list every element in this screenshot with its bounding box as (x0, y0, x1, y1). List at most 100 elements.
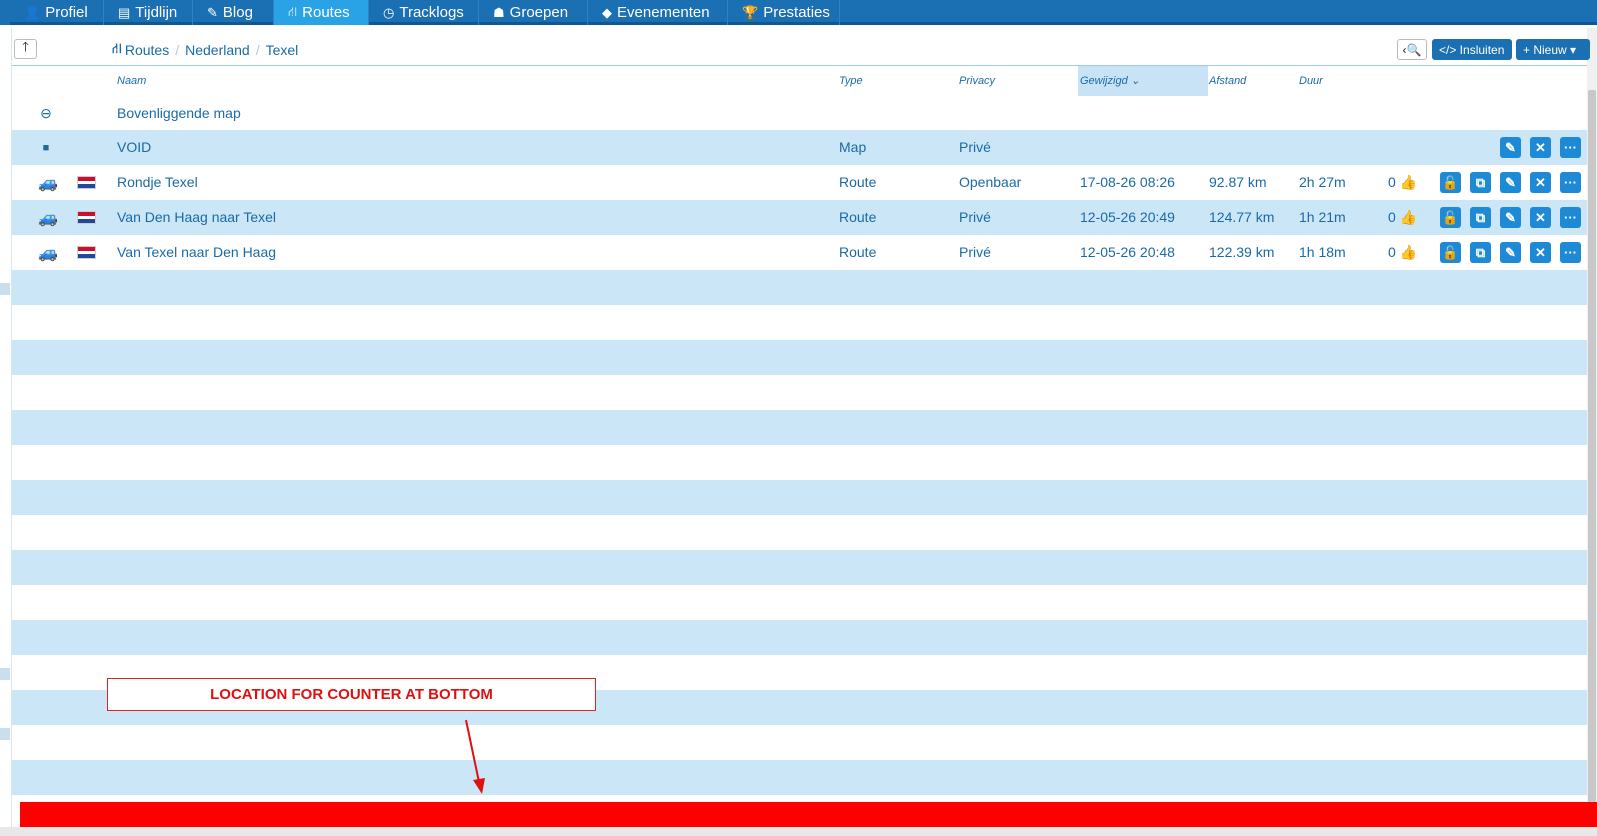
new-button[interactable]: + Nieuw ▾ (1516, 39, 1590, 60)
toolbar: 🡑 ⛙ Routes / Nederland / Texel ‹🔍 </> In… (12, 32, 1590, 66)
route-privacy: Privé (959, 244, 991, 260)
breadcrumb: ⛙ Routes / Nederland / Texel (112, 40, 298, 59)
edit-button[interactable]: ✎ (1500, 242, 1521, 263)
nav-item-evenementen[interactable]: ◆ Evenementen (588, 0, 728, 25)
bottom-strip (0, 827, 1597, 836)
ellipsis-icon: ··· (1564, 140, 1577, 155)
likes-count[interactable]: 0 👍 (1388, 235, 1417, 270)
search-button[interactable]: ‹🔍 (1397, 39, 1427, 60)
empty-row (12, 620, 1587, 655)
delete-button[interactable]: ✕ (1530, 242, 1551, 263)
empty-row (12, 480, 1587, 515)
likes-value: 0 (1388, 209, 1396, 225)
empty-row (12, 305, 1587, 340)
pencil-icon: ✎ (207, 4, 218, 20)
edit-button[interactable]: ✎ (1500, 207, 1521, 228)
lock-button[interactable]: 🔓 (1440, 242, 1461, 263)
delete-button[interactable]: ✕ (1530, 137, 1551, 158)
flag-nl-icon (75, 200, 97, 235)
route-modified: 12-05-26 20:49 (1080, 209, 1175, 225)
likes-value: 0 (1388, 244, 1396, 260)
list-icon: ▤ (118, 4, 131, 20)
likes-count[interactable]: 0 👍 (1388, 200, 1417, 235)
route-type: Route (839, 244, 877, 260)
route-duration: 1h 21m (1299, 209, 1346, 225)
nav-item-profiel[interactable]: 👤 Profiel (10, 0, 104, 25)
empty-row (12, 270, 1587, 305)
ellipsis-icon: ··· (1564, 175, 1577, 190)
copy-icon: ⧉ (1475, 174, 1486, 190)
top-nav: 👤 Profiel ▤ Tijdlijn ✎ Blog ⛙ Routes ◷ T… (0, 0, 1597, 25)
nav-item-prestaties[interactable]: 🏆 Prestaties (728, 0, 840, 25)
table-row[interactable]: 🚙 Van Den Haag naar Texel Route Privé 12… (12, 200, 1587, 235)
route-modified: 12-05-26 20:48 (1080, 244, 1175, 260)
route-modified: 17-08-26 08:26 (1080, 174, 1175, 190)
col-header-privacy[interactable]: Privacy (959, 66, 995, 96)
route-distance: 92.87 km (1209, 174, 1267, 190)
table-row[interactable]: 🚙 Rondje Texel Route Openbaar 17-08-26 0… (12, 165, 1587, 200)
ticket-icon: ◆ (602, 4, 612, 20)
nav-item-tijdlijn[interactable]: ▤ Tijdlijn (104, 0, 193, 25)
more-button[interactable]: ··· (1560, 172, 1581, 193)
empty-row (12, 550, 1587, 585)
col-header-type[interactable]: Type (839, 66, 863, 96)
empty-row (12, 410, 1587, 445)
breadcrumb-nederland[interactable]: Nederland (185, 42, 250, 58)
up-button[interactable]: 🡑 (14, 39, 37, 59)
empty-row (12, 760, 1587, 795)
route-name[interactable]: Van Texel naar Den Haag (117, 235, 276, 270)
route-distance: 124.77 km (1209, 209, 1275, 225)
col-header-duration[interactable]: Duur (1299, 66, 1323, 96)
road-icon: ⛙ (112, 40, 122, 56)
parent-folder-label[interactable]: Bovenliggende map (117, 96, 241, 131)
more-button[interactable]: ··· (1560, 137, 1581, 158)
annotation-box: LOCATION FOR COUNTER AT BOTTOM (107, 678, 596, 711)
unlock-icon: 🔓 (1442, 174, 1459, 190)
copy-icon: ⧉ (1475, 209, 1486, 225)
folder-name[interactable]: VOID (117, 130, 151, 165)
nav-item-blog[interactable]: ✎ Blog (193, 0, 274, 25)
route-duration: 2h 27m (1299, 174, 1346, 190)
nav-label: Profiel (45, 4, 88, 21)
copy-button[interactable]: ⧉ (1470, 207, 1491, 228)
delete-button[interactable]: ✕ (1530, 172, 1551, 193)
route-name[interactable]: Van Den Haag naar Texel (117, 200, 276, 235)
ellipsis-icon: ··· (1564, 210, 1577, 225)
more-button[interactable]: ··· (1560, 207, 1581, 228)
group-icon: ☗ (493, 4, 505, 20)
user-icon: 👤 (24, 4, 41, 20)
pencil-icon: ✎ (1505, 174, 1516, 190)
folder-privacy: Privé (959, 139, 991, 155)
copy-button[interactable]: ⧉ (1470, 242, 1491, 263)
left-gutter (0, 28, 12, 836)
lock-button[interactable]: 🔓 (1440, 172, 1461, 193)
col-header-name[interactable]: Naam (117, 66, 146, 96)
table-row[interactable]: 🚙 Van Texel naar Den Haag Route Privé 12… (12, 235, 1587, 270)
more-button[interactable]: ··· (1560, 242, 1581, 263)
col-header-distance[interactable]: Afstand (1209, 66, 1246, 96)
edit-button[interactable]: ✎ (1500, 137, 1521, 158)
copy-button[interactable]: ⧉ (1470, 172, 1491, 193)
likes-count[interactable]: 0 👍 (1388, 165, 1417, 200)
breadcrumb-routes[interactable]: Routes (125, 42, 169, 58)
close-icon: ✕ (1535, 139, 1546, 155)
pencil-icon: ✎ (1505, 139, 1516, 155)
parent-folder-row[interactable]: ⊖ Bovenliggende map (12, 96, 1587, 131)
edit-button[interactable]: ✎ (1500, 172, 1521, 193)
nav-label: Tracklogs (399, 4, 464, 21)
col-header-modified[interactable]: Gewijzigd ⌄ (1078, 66, 1208, 96)
route-name[interactable]: Rondje Texel (117, 165, 198, 200)
folder-row[interactable]: ■ VOID Map Privé ✎ ✕ ··· (12, 130, 1587, 165)
lock-button[interactable]: 🔓 (1440, 207, 1461, 228)
scrollbar-thumb[interactable] (1588, 90, 1596, 810)
nav-item-groepen[interactable]: ☗ Groepen (479, 0, 588, 25)
empty-row (12, 340, 1587, 375)
breadcrumb-texel[interactable]: Texel (266, 42, 299, 58)
ellipsis-icon: ··· (1564, 245, 1577, 260)
folder-icon: ■ (42, 141, 50, 154)
thumbs-up-icon: 👍 (1399, 174, 1418, 190)
delete-button[interactable]: ✕ (1530, 207, 1551, 228)
nav-item-routes[interactable]: ⛙ Routes (274, 0, 369, 25)
embed-button[interactable]: </> Insluiten (1432, 39, 1512, 60)
nav-item-tracklogs[interactable]: ◷ Tracklogs (369, 0, 479, 25)
